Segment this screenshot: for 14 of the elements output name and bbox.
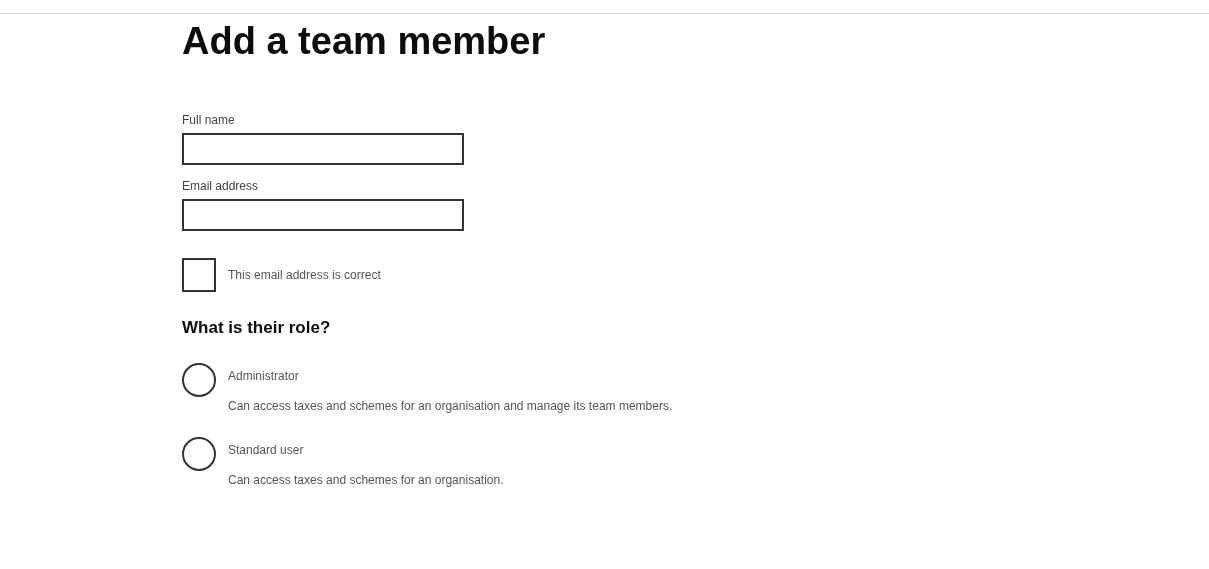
- field-label: Full name: [182, 113, 235, 127]
- checkbox-label: This email address is correct: [228, 268, 381, 282]
- input-field[interactable]: [182, 199, 464, 231]
- radio-label: Administrator: [228, 369, 299, 383]
- radio-button[interactable]: [182, 437, 216, 471]
- checkbox[interactable]: [182, 258, 216, 292]
- hint-text: Can access taxes and schemes for an organisation and manage its team members.: [228, 398, 673, 415]
- question-heading: What is their role?: [182, 318, 332, 338]
- radio-button[interactable]: [182, 363, 216, 397]
- hint-text: Can access taxes and schemes for an organisation.: [228, 472, 504, 489]
- input-field[interactable]: [182, 133, 464, 165]
- field-label: Email address: [182, 179, 259, 193]
- page-title: Add a team member: [182, 19, 547, 63]
- radio-label: Standard user: [228, 443, 304, 457]
